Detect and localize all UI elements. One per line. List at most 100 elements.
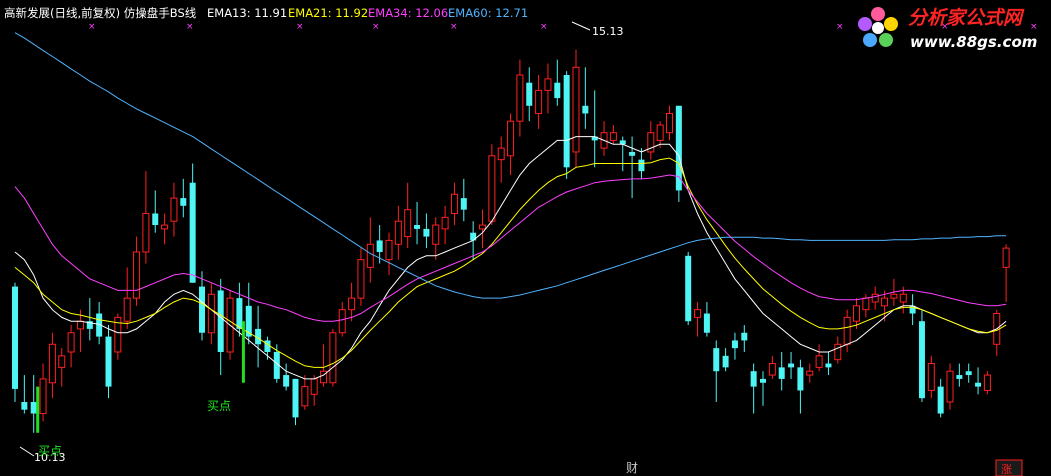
candle[interactable]: [170, 182, 178, 237]
candle[interactable]: [778, 351, 785, 391]
candle[interactable]: [806, 363, 814, 383]
candle[interactable]: [301, 375, 309, 410]
candle[interactable]: [123, 267, 131, 329]
candle[interactable]: [366, 217, 374, 283]
candle[interactable]: [460, 178, 467, 222]
candle[interactable]: [797, 359, 804, 414]
candle[interactable]: [67, 325, 75, 368]
candle[interactable]: [685, 251, 692, 326]
candle-body: [778, 367, 785, 379]
candle[interactable]: [497, 136, 505, 183]
candle[interactable]: [768, 355, 776, 379]
candle[interactable]: [788, 351, 795, 379]
candle[interactable]: [825, 351, 832, 376]
corner-badge[interactable]: 涨: [1001, 463, 1012, 476]
candle[interactable]: [956, 363, 963, 387]
candle[interactable]: [572, 49, 580, 168]
candle[interactable]: [189, 163, 196, 283]
candle[interactable]: [507, 113, 515, 176]
finance-marker[interactable]: 财: [626, 461, 638, 475]
candle[interactable]: [86, 298, 93, 341]
candle[interactable]: [909, 294, 916, 326]
candle[interactable]: [404, 182, 412, 249]
top-marker: ×: [88, 22, 96, 32]
candle-body: [161, 224, 169, 230]
candle[interactable]: [329, 328, 337, 387]
candle[interactable]: [544, 63, 552, 114]
candle[interactable]: [629, 136, 636, 199]
candle[interactable]: [731, 332, 738, 360]
candle[interactable]: [666, 105, 673, 141]
candle[interactable]: [432, 217, 440, 260]
candle[interactable]: [600, 121, 608, 156]
candle-body: [58, 355, 66, 368]
candle[interactable]: [741, 325, 748, 352]
candle[interactable]: [591, 90, 598, 168]
candle[interactable]: [535, 75, 543, 129]
candle[interactable]: [750, 363, 757, 414]
flower-icon: [858, 7, 898, 47]
candle[interactable]: [946, 363, 954, 410]
candle[interactable]: [245, 282, 252, 345]
candle[interactable]: [39, 363, 47, 422]
candle[interactable]: [918, 309, 925, 402]
candle[interactable]: [357, 248, 365, 306]
candle[interactable]: [385, 232, 393, 276]
candle[interactable]: [30, 375, 37, 433]
candle[interactable]: [703, 301, 710, 337]
candle[interactable]: [619, 136, 626, 172]
candle[interactable]: [526, 67, 533, 122]
candle[interactable]: [983, 371, 991, 395]
candle[interactable]: [647, 121, 655, 160]
candle[interactable]: [993, 309, 1001, 356]
candle[interactable]: [114, 313, 122, 360]
candle[interactable]: [441, 205, 449, 245]
candle[interactable]: [554, 59, 561, 106]
candle[interactable]: [722, 348, 729, 372]
candle[interactable]: [348, 282, 356, 322]
candle[interactable]: [320, 344, 328, 387]
candle[interactable]: [48, 332, 56, 399]
candle[interactable]: [161, 213, 169, 245]
candle[interactable]: [479, 209, 486, 249]
candle[interactable]: [394, 205, 402, 260]
candle[interactable]: [217, 278, 224, 376]
candle[interactable]: [199, 271, 205, 341]
candle[interactable]: [180, 178, 187, 218]
candle[interactable]: [965, 363, 972, 383]
candle[interactable]: [975, 367, 982, 395]
candle[interactable]: [937, 378, 944, 418]
candle[interactable]: [563, 71, 570, 179]
candle[interactable]: [96, 301, 103, 345]
candle[interactable]: [142, 171, 150, 264]
logo-url: www.88gs.com: [910, 33, 1037, 51]
candle[interactable]: [582, 67, 589, 129]
candle[interactable]: [834, 336, 842, 364]
candle[interactable]: [133, 236, 141, 306]
candle[interactable]: [815, 344, 823, 372]
candle[interactable]: [12, 282, 18, 402]
candle[interactable]: [609, 125, 617, 145]
candle[interactable]: [310, 375, 318, 406]
chart-canvas[interactable]: 高新发展(日线,前复权) 仿操盘手BS线 EMA13: 11.91 EMA21:…: [0, 0, 1051, 476]
candle[interactable]: [21, 375, 28, 414]
candle[interactable]: [516, 59, 524, 137]
candle[interactable]: [871, 286, 879, 310]
candle[interactable]: [694, 301, 702, 337]
candle[interactable]: [283, 363, 290, 391]
candle[interactable]: [927, 355, 935, 399]
candle[interactable]: [488, 144, 496, 226]
candle[interactable]: [713, 340, 720, 402]
candle-body: [39, 378, 47, 415]
candle[interactable]: [450, 182, 458, 226]
candle[interactable]: [760, 371, 766, 406]
candle[interactable]: [1002, 244, 1010, 302]
candle[interactable]: [152, 190, 159, 233]
stock-chart[interactable]: 高新发展(日线,前复权) 仿操盘手BS线 EMA13: 11.91 EMA21:…: [0, 0, 1051, 476]
candle[interactable]: [105, 325, 112, 399]
candle[interactable]: [414, 201, 421, 245]
candle[interactable]: [423, 213, 430, 249]
candle[interactable]: [58, 348, 66, 387]
candle[interactable]: [292, 378, 299, 426]
candle[interactable]: [207, 282, 215, 345]
